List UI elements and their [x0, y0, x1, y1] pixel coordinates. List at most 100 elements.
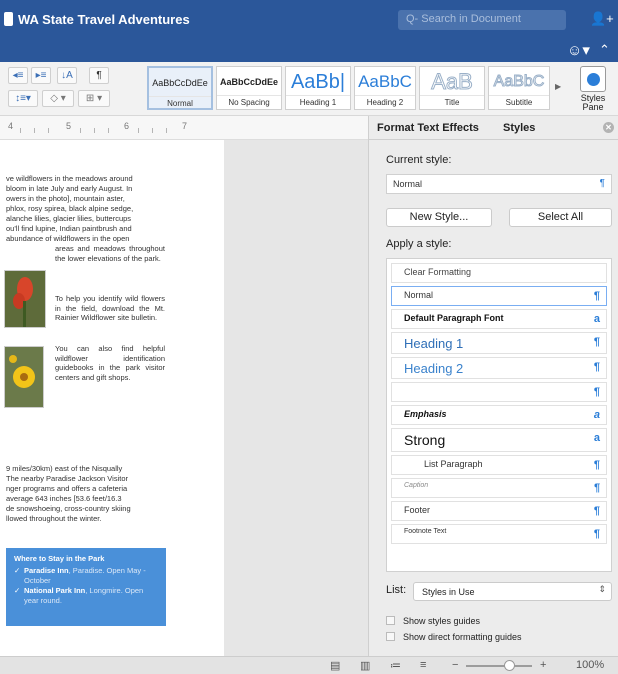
- style-name: Normal: [404, 290, 434, 300]
- status-bar: ▤ ▥ ≔ ≡ − + 100%: [0, 656, 618, 674]
- callout-item-name: National Park Inn: [24, 586, 86, 595]
- body-text-line: average 643 inches [53.6 feet/16.3: [6, 494, 122, 503]
- style-name: Footnote Text: [404, 528, 447, 535]
- feedback-smiley-icon[interactable]: ☺▾: [567, 41, 590, 59]
- style-title[interactable]: AaB Title: [419, 66, 485, 110]
- style-label: Subtitle: [489, 95, 549, 109]
- style-name: Heading 2: [404, 361, 464, 376]
- up-down-arrow-icon: ⇕: [598, 584, 606, 594]
- apply-style-label: Apply a style:: [386, 238, 452, 250]
- checkbox-label: Show styles guides: [403, 616, 481, 626]
- style-preview: AaBbCcDdEe: [152, 78, 208, 88]
- close-pane-icon[interactable]: ✕: [603, 122, 614, 133]
- share-icon[interactable]: 👤+: [590, 11, 614, 27]
- style-label: Title: [420, 95, 484, 109]
- character-style-icon: a: [593, 409, 600, 421]
- shading-icon[interactable]: ◇ ▾: [42, 90, 74, 107]
- style-label: Normal: [149, 96, 211, 110]
- show-styles-guides-checkbox[interactable]: Show styles guides: [386, 616, 480, 626]
- search-input[interactable]: Q- Search in Document: [398, 10, 566, 30]
- print-layout-icon[interactable]: ▤: [330, 659, 340, 672]
- body-text-line: ou'll find lupine, Indian paintbrush and: [6, 224, 132, 233]
- document-area[interactable]: ve wildflowers in the meadows around blo…: [0, 140, 368, 656]
- style-preview: AaBbC: [493, 73, 545, 91]
- body-paragraph: You can also find helpful wildflower ide…: [55, 344, 165, 382]
- style-default-paragraph-font[interactable]: Default Paragraph Font a: [391, 309, 607, 329]
- style-label: Heading 2: [355, 95, 415, 109]
- style-heading-1[interactable]: AaBb| Heading 1: [285, 66, 351, 110]
- style-preview: AaBbC: [358, 72, 412, 91]
- show-direct-formatting-checkbox[interactable]: Show direct formatting guides: [386, 632, 522, 642]
- where-to-stay-callout: Where to Stay in the Park Paradise Inn, …: [6, 548, 166, 626]
- style-caption-item[interactable]: Caption ¶: [391, 478, 607, 498]
- body-text-line: 9 miles/30km) east of the Nisqually: [6, 464, 123, 473]
- style-name: Emphasis: [404, 409, 447, 419]
- tab-styles[interactable]: Styles: [503, 122, 535, 134]
- line-spacing-icon[interactable]: ↕≡▾: [8, 90, 38, 107]
- body-paragraph: areas and meadows throughout the lower e…: [55, 244, 165, 263]
- body-text-line: llowed throughout the winter.: [6, 514, 102, 523]
- paintbrush-flower-photo: [4, 270, 46, 328]
- current-style-field[interactable]: Normal ¶: [386, 174, 612, 194]
- draft-view-icon[interactable]: ≡: [420, 659, 426, 671]
- sort-icon[interactable]: ↓A: [57, 67, 77, 84]
- document-page[interactable]: ve wildflowers in the meadows around blo…: [0, 140, 224, 656]
- style-name: List Paragraph: [424, 459, 483, 469]
- style-label: Heading 1: [286, 95, 350, 109]
- paragraph-style-icon: ¶: [593, 290, 600, 302]
- paragraph-style-icon: ¶: [599, 178, 605, 189]
- tab-format-text-effects[interactable]: Format Text Effects: [377, 122, 479, 134]
- body-text-line: owers in the photo], mountain aster,: [6, 194, 125, 203]
- gallery-scroll-icon[interactable]: ▶: [555, 82, 561, 91]
- callout-item: Paradise Inn, Paradise. Open May - Octob…: [14, 566, 158, 586]
- zoom-in-button[interactable]: +: [540, 659, 546, 671]
- new-style-button[interactable]: New Style...: [386, 208, 492, 227]
- paragraph-style-icon: ¶: [593, 459, 600, 471]
- style-footnote-text-item[interactable]: Footnote Text ¶: [391, 524, 607, 544]
- style-name: Clear Formatting: [404, 267, 472, 277]
- style-list-paragraph-item[interactable]: List Paragraph ¶: [391, 455, 607, 475]
- style-list[interactable]: Clear Formatting Normal ¶ Default Paragra…: [386, 258, 612, 572]
- outline-view-icon[interactable]: ≔: [390, 659, 401, 672]
- style-no-spacing[interactable]: AaBbCcDdEe No Spacing: [216, 66, 282, 110]
- borders-icon[interactable]: ⊞ ▾: [78, 90, 110, 107]
- zoom-slider-handle[interactable]: [504, 660, 515, 671]
- character-style-icon: a: [593, 313, 600, 325]
- style-strong-item[interactable]: Strong a: [391, 428, 607, 452]
- zoom-out-button[interactable]: −: [452, 659, 458, 671]
- style-heading-2-item[interactable]: Heading 2 ¶: [391, 357, 607, 379]
- style-blank-item[interactable]: ¶: [391, 382, 607, 402]
- styles-pane: Format Text Effects Styles ✕ Current sty…: [368, 116, 618, 656]
- list-filter-select[interactable]: Styles in Use ⇕: [413, 582, 612, 601]
- styles-pane-button[interactable]: Styles Pane: [570, 64, 616, 114]
- current-style-value: Normal: [393, 179, 423, 189]
- decrease-indent-icon[interactable]: ◂≡: [8, 67, 28, 84]
- body-text-line: alanche lilies, glacier lilies, buttercu…: [6, 214, 132, 223]
- style-emphasis-item[interactable]: Emphasis a: [391, 405, 607, 425]
- style-preview: AaBbCcDdEe: [219, 77, 278, 87]
- callout-heading: Where to Stay in the Park: [14, 554, 105, 563]
- yellow-flower-photo: [4, 346, 44, 408]
- styles-pane-icon: [580, 66, 606, 92]
- style-heading-2[interactable]: AaBbC Heading 2: [354, 66, 416, 110]
- increase-indent-icon[interactable]: ▸≡: [31, 67, 51, 84]
- style-subtitle[interactable]: AaBbC Subtitle: [488, 66, 550, 110]
- collapse-ribbon-icon[interactable]: ⌃: [599, 42, 610, 58]
- zoom-slider[interactable]: [466, 665, 532, 667]
- style-preview: AaBb|: [290, 71, 346, 93]
- ruler-mark: 5: [66, 121, 72, 131]
- style-heading-1-item[interactable]: Heading 1 ¶: [391, 332, 607, 354]
- body-text-line: nger programs and offers a cafeteria: [6, 484, 128, 493]
- style-footer-item[interactable]: Footer ¶: [391, 501, 607, 521]
- ribbon: ◂≡ ▸≡ ↓A ¶ ↕≡▾ ◇ ▾ ⊞ ▾ AaBbCcDdEe Normal…: [0, 62, 618, 116]
- style-normal[interactable]: AaBbCcDdEe Normal: [147, 66, 213, 110]
- style-normal-item[interactable]: Normal ¶: [391, 286, 607, 306]
- zoom-level[interactable]: 100%: [576, 659, 604, 671]
- word-document-icon: [4, 12, 13, 26]
- style-clear-formatting[interactable]: Clear Formatting: [391, 263, 607, 283]
- web-layout-icon[interactable]: ▥: [360, 659, 370, 672]
- style-name: Heading 1: [404, 336, 464, 351]
- pilcrow-icon[interactable]: ¶: [89, 67, 109, 84]
- horizontal-ruler[interactable]: 4 5 6 7: [0, 116, 368, 140]
- select-all-button[interactable]: Select All: [509, 208, 612, 227]
